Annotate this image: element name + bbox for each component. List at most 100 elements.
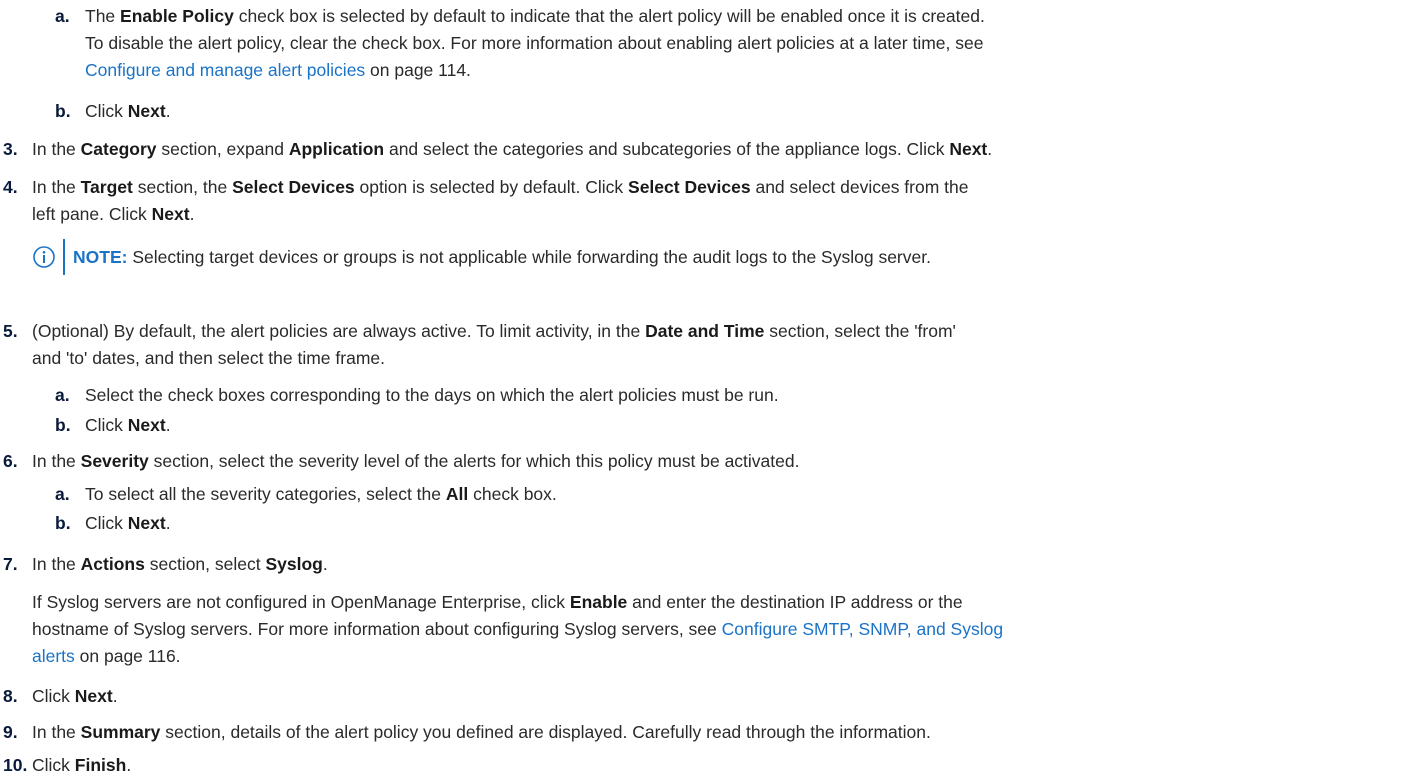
list-marker: 7.	[3, 554, 18, 574]
text: .	[165, 513, 171, 533]
list-marker: a.	[55, 385, 70, 405]
text: hostname of Syslog servers. For more inf…	[32, 619, 722, 639]
text: and 'to' dates, and then select the time…	[32, 348, 385, 368]
list-item-text: Click Next.	[85, 100, 171, 122]
text: .	[189, 204, 195, 224]
list-marker: a.	[55, 484, 70, 504]
ui-term: Select Devices	[232, 177, 355, 197]
ui-term: Finish	[74, 755, 127, 775]
ui-term: Date and Time	[645, 321, 765, 341]
ui-term: Next	[127, 101, 166, 121]
ui-term: Next	[151, 204, 190, 224]
list-item-text: Select the check boxes corresponding to …	[85, 385, 779, 405]
text: The	[85, 6, 121, 26]
text: In the	[32, 722, 81, 742]
text: In the	[32, 139, 81, 159]
text: To select all the severity categories, s…	[85, 484, 446, 504]
text: Click	[85, 101, 128, 121]
ui-term: Select Devices	[628, 177, 751, 197]
list-item-text: left pane. Click Next.	[32, 203, 194, 225]
list-item-text: Click Next.	[85, 512, 171, 534]
list-marker: 9.	[3, 722, 18, 742]
list-marker: 8.	[3, 686, 18, 706]
text: and enter the destination IP address or …	[627, 592, 963, 612]
list-item-text: Configure and manage alert policies on p…	[85, 59, 471, 81]
list-marker: b.	[55, 513, 71, 533]
ui-term: Enable	[569, 592, 628, 612]
text: Selecting target devices or groups is no…	[127, 247, 931, 267]
ui-term: Application	[288, 139, 385, 159]
paragraph-text: If Syslog servers are not configured in …	[32, 591, 963, 613]
text: .	[322, 554, 328, 574]
note-box: NOTE: Selecting target devices or groups…	[33, 237, 1333, 281]
text: section, select	[144, 554, 266, 574]
text: and select the categories and subcategor…	[384, 139, 950, 159]
text: In the	[32, 451, 81, 471]
list-item-text: To select all the severity categories, s…	[85, 483, 557, 505]
document-page: a. The Enable Policy check box is select…	[0, 0, 1410, 784]
ui-term: Actions	[80, 554, 145, 574]
list-marker: a.	[55, 6, 70, 26]
text: .	[165, 415, 171, 435]
text: section, select the 'from'	[764, 321, 956, 341]
list-item-text: Click Next.	[32, 685, 118, 707]
list-item-text: In the Severity section, select the seve…	[32, 450, 799, 472]
text: If Syslog servers are not configured in …	[32, 592, 570, 612]
text: .	[165, 101, 171, 121]
text: Click	[85, 415, 128, 435]
text: option is selected by default. Click	[354, 177, 629, 197]
list-item-text: Click Next.	[85, 414, 171, 436]
list-item-text: (Optional) By default, the alert policie…	[32, 320, 956, 342]
text: To disable the alert policy, clear the c…	[85, 33, 984, 53]
paragraph-text: hostname of Syslog servers. For more inf…	[32, 618, 1003, 640]
list-item-text: In the Target section, the Select Device…	[32, 176, 969, 198]
text: on page 114.	[365, 60, 471, 80]
ui-term: Next	[949, 139, 988, 159]
note-label: NOTE:	[73, 247, 128, 267]
ui-term: Enable Policy	[120, 6, 234, 26]
list-marker: 4.	[3, 177, 18, 197]
ui-term: Target	[80, 177, 133, 197]
cross-reference-link[interactable]: Configure SMTP, SNMP, and Syslog	[722, 619, 1003, 639]
paragraph-text: alerts on page 116.	[32, 645, 181, 667]
text: check box is selected by default to indi…	[233, 6, 985, 26]
list-item-text: In the Category section, expand Applicat…	[32, 138, 992, 160]
text: .	[987, 139, 993, 159]
text: section, select the severity level of th…	[148, 451, 800, 471]
list-marker: b.	[55, 415, 71, 435]
list-marker: 3.	[3, 139, 18, 159]
ui-term: Summary	[80, 722, 161, 742]
info-icon	[33, 246, 55, 268]
list-item-text: In the Actions section, select Syslog.	[32, 553, 328, 575]
ui-term: Next	[74, 686, 113, 706]
text: section, expand	[156, 139, 289, 159]
list-marker: 6.	[3, 451, 18, 471]
text: (Optional) By default, the alert policie…	[32, 321, 646, 341]
ui-term: Next	[127, 513, 166, 533]
text: left pane. Click	[32, 204, 152, 224]
text: Click	[32, 755, 75, 775]
list-marker: 5.	[3, 321, 18, 341]
list-item-text: Click Finish.	[32, 754, 131, 776]
ui-term: Severity	[80, 451, 149, 471]
ui-term: All	[445, 484, 469, 504]
text: Click	[85, 513, 128, 533]
list-item-text: In the Summary section, details of the a…	[32, 721, 931, 743]
ui-term: Syslog	[265, 554, 323, 574]
cross-reference-link[interactable]: Configure and manage alert policies	[85, 60, 365, 80]
text: section, the	[132, 177, 233, 197]
list-marker: b.	[55, 101, 71, 121]
list-item-text: The Enable Policy check box is selected …	[85, 5, 985, 27]
cross-reference-link[interactable]: alerts	[32, 646, 75, 666]
text: Click	[32, 686, 75, 706]
text: check box.	[468, 484, 557, 504]
list-marker: 10.	[3, 755, 28, 775]
note-divider	[63, 239, 65, 275]
note-text: NOTE: Selecting target devices or groups…	[73, 246, 931, 268]
text: In the	[32, 177, 81, 197]
text: section, details of the alert policy you…	[160, 722, 931, 742]
text: .	[126, 755, 132, 775]
ui-term: Next	[127, 415, 166, 435]
ui-term: Category	[80, 139, 157, 159]
text: .	[112, 686, 118, 706]
